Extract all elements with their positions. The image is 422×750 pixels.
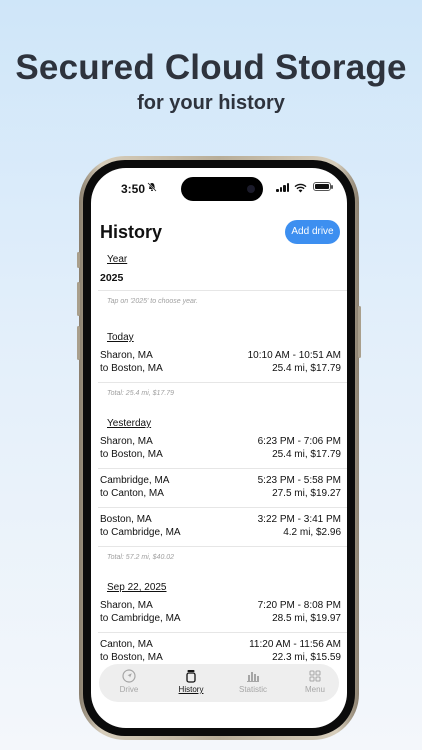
group-total: Total: 25.4 mi, $17.79 (107, 390, 175, 397)
signal-icon (276, 183, 289, 192)
tab-history[interactable]: History (161, 664, 221, 702)
page-title: History (100, 222, 163, 242)
phone-frame: 3:50 History Add drive Year 2025 Tap on … (77, 156, 361, 740)
app-screen: 3:50 History Add drive Year 2025 Tap on … (91, 168, 347, 728)
promo-headline: Secured Cloud Storage (15, 48, 407, 87)
trip-row[interactable]: Boston, MA to Cambridge, MA 3:22 PM - 3:… (100, 514, 341, 544)
tab-menu[interactable]: Menu (285, 664, 345, 702)
group-label-sep-22: Sep 22, 2025 (107, 582, 167, 593)
year-hint: Tap on '2025' to choose year. (107, 298, 198, 305)
dynamic-island (181, 177, 263, 201)
group-total: Total: 57.2 mi, $40.02 (107, 554, 175, 561)
trip-row[interactable]: Sharon, MA to Boston, MA 10:10 AM - 10:5… (100, 350, 341, 380)
tab-drive[interactable]: Drive (99, 664, 159, 702)
tab-statistic[interactable]: Statistic (223, 664, 283, 702)
group-label-today: Today (107, 332, 134, 343)
trip-row[interactable]: Sharon, MA to Boston, MA 6:23 PM - 7:06 … (100, 436, 341, 466)
grid-icon (285, 669, 345, 683)
history-list[interactable]: Year 2025 Tap on '2025' to choose year. … (91, 248, 347, 728)
promo-subline: for your history (137, 92, 285, 114)
trip-row[interactable]: Cambridge, MA to Canton, MA 5:23 PM - 5:… (100, 475, 341, 505)
jar-icon (161, 669, 221, 683)
wifi-icon (294, 180, 307, 198)
year-label: Year (107, 254, 128, 265)
bar-chart-icon (223, 669, 283, 683)
group-label-yesterday: Yesterday (107, 418, 152, 429)
navigation-arrow-icon (99, 669, 159, 683)
battery-icon (313, 182, 333, 191)
trip-row[interactable]: Sharon, MA to Cambridge, MA 7:20 PM - 8:… (100, 600, 341, 630)
add-drive-button[interactable]: Add drive (285, 220, 340, 244)
tab-bar: Drive History Statistic Menu (99, 664, 339, 702)
status-time: 3:50 (121, 182, 146, 196)
status-bar: 3:50 (91, 168, 347, 208)
bell-slash-icon (147, 182, 157, 195)
year-value[interactable]: 2025 (100, 272, 123, 284)
